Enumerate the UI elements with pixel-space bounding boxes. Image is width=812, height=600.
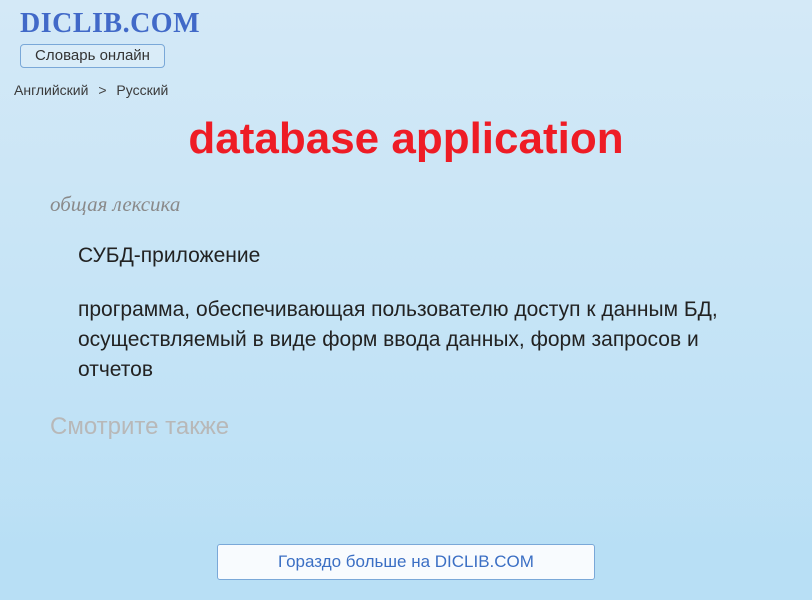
content-area: общая лексика СУБД-приложение программа,…	[0, 192, 812, 441]
see-also-heading: Смотрите также	[50, 413, 762, 441]
description-text: программа, обеспечивающая пользователю д…	[78, 295, 762, 384]
header: DICLIB.COM Словарь онлайн	[0, 0, 812, 72]
site-subtitle: Словарь онлайн	[35, 47, 150, 64]
breadcrumb-from[interactable]: Английский	[14, 82, 88, 98]
category-label: общая лексика	[50, 192, 762, 217]
subtitle-box: Словарь онлайн	[20, 44, 165, 68]
breadcrumb: Английский > Русский	[0, 72, 812, 102]
breadcrumb-separator: >	[98, 82, 106, 98]
site-logo[interactable]: DICLIB.COM	[20, 8, 792, 40]
definition-text: СУБД-приложение	[78, 243, 762, 269]
cta-wrapper: Гораздо больше на DICLIB.COM	[0, 544, 812, 580]
breadcrumb-to[interactable]: Русский	[116, 82, 168, 98]
entry-title: database application	[0, 114, 812, 164]
more-link-button[interactable]: Гораздо больше на DICLIB.COM	[217, 544, 595, 580]
